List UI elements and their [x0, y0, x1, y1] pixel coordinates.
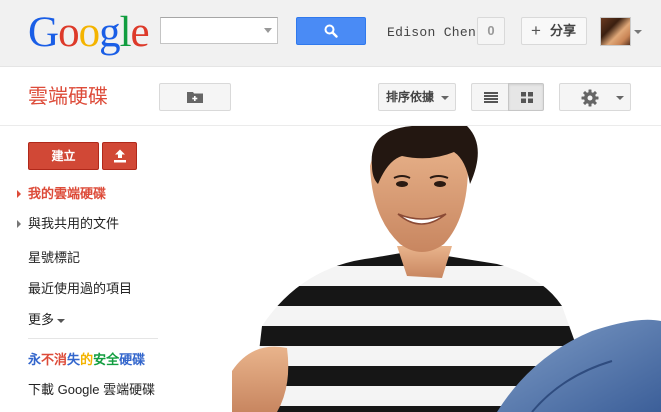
background-photo — [232, 126, 661, 412]
sidebar-item-starred[interactable]: 星號標記 — [28, 250, 80, 266]
chevron-down-icon — [441, 96, 449, 100]
logo-letter: l — [119, 9, 132, 56]
top-bar: Google Edison Chen 0 + 分享 — [0, 0, 661, 67]
share-label: 分享 — [550, 23, 577, 38]
plus-icon: + — [531, 21, 541, 40]
settings-button[interactable] — [559, 83, 631, 111]
list-view-button[interactable] — [471, 83, 508, 111]
download-drive-link[interactable]: 下載 Google 雲端硬碟 — [28, 382, 155, 398]
sidebar-item-shared-with-me[interactable]: 與我共用的文件 — [28, 216, 119, 232]
sidebar: 建立 我的雲端硬碟 與我共用的文件 星號標記 最近使用過的項目 更多 永不消失的… — [0, 126, 180, 412]
grid-view-icon — [521, 92, 533, 103]
search-button[interactable] — [296, 17, 366, 45]
search-box[interactable] — [160, 17, 278, 44]
list-view-icon — [484, 92, 498, 103]
promo-segment: 失 — [67, 352, 81, 367]
grid-view-button[interactable] — [508, 83, 544, 111]
person-photo-illustration — [232, 126, 661, 412]
promo-segment: 全 — [106, 352, 120, 367]
chevron-down-icon — [616, 96, 624, 100]
promo-segment: 永 — [28, 352, 42, 367]
logo-letter: o — [78, 9, 100, 56]
promo-link[interactable]: 永不消失的安全硬碟 — [28, 352, 145, 368]
search-dropdown-icon[interactable] — [264, 28, 272, 33]
folder-plus-icon — [187, 92, 203, 103]
logo-letter: o — [58, 9, 79, 56]
sort-label: 排序依據 — [386, 90, 435, 104]
user-name[interactable]: Edison Chen — [387, 25, 476, 40]
new-folder-button[interactable] — [159, 83, 231, 111]
promo-segment: 不 — [41, 352, 55, 367]
toolbar: 雲端硬碟 排序依據 — [0, 67, 661, 126]
logo-letter: e — [130, 9, 150, 56]
google-logo[interactable]: Google — [28, 9, 150, 56]
promo-segment: 碟 — [132, 352, 146, 367]
sidebar-item-more[interactable]: 更多 — [28, 312, 66, 328]
avatar-dropdown-icon[interactable] — [634, 30, 642, 34]
gear-icon — [581, 89, 599, 107]
create-button[interactable]: 建立 — [28, 142, 99, 170]
notification-count-button[interactable]: 0 — [477, 17, 505, 45]
app-title: 雲端硬碟 — [28, 86, 108, 108]
expand-arrow-icon[interactable] — [17, 190, 21, 198]
chevron-down-icon — [57, 318, 66, 323]
sidebar-item-recent[interactable]: 最近使用過的項目 — [28, 281, 132, 297]
sort-button[interactable]: 排序依據 — [378, 83, 456, 111]
sidebar-item-my-drive[interactable]: 我的雲端硬碟 — [28, 186, 106, 202]
share-button[interactable]: + 分享 — [521, 17, 587, 45]
promo-segment: 的 — [80, 352, 94, 367]
upload-icon — [114, 149, 126, 163]
search-input[interactable] — [165, 19, 264, 44]
upload-button[interactable] — [102, 142, 137, 170]
more-label: 更多 — [28, 312, 55, 327]
promo-segment: 消 — [54, 352, 68, 367]
divider — [28, 338, 158, 339]
search-icon — [324, 24, 338, 38]
logo-letter: g — [99, 9, 120, 56]
expand-arrow-icon[interactable] — [17, 220, 21, 228]
promo-segment: 硬 — [119, 352, 133, 367]
promo-segment: 安 — [93, 352, 107, 367]
logo-letter: G — [28, 9, 59, 56]
avatar[interactable] — [600, 17, 631, 46]
